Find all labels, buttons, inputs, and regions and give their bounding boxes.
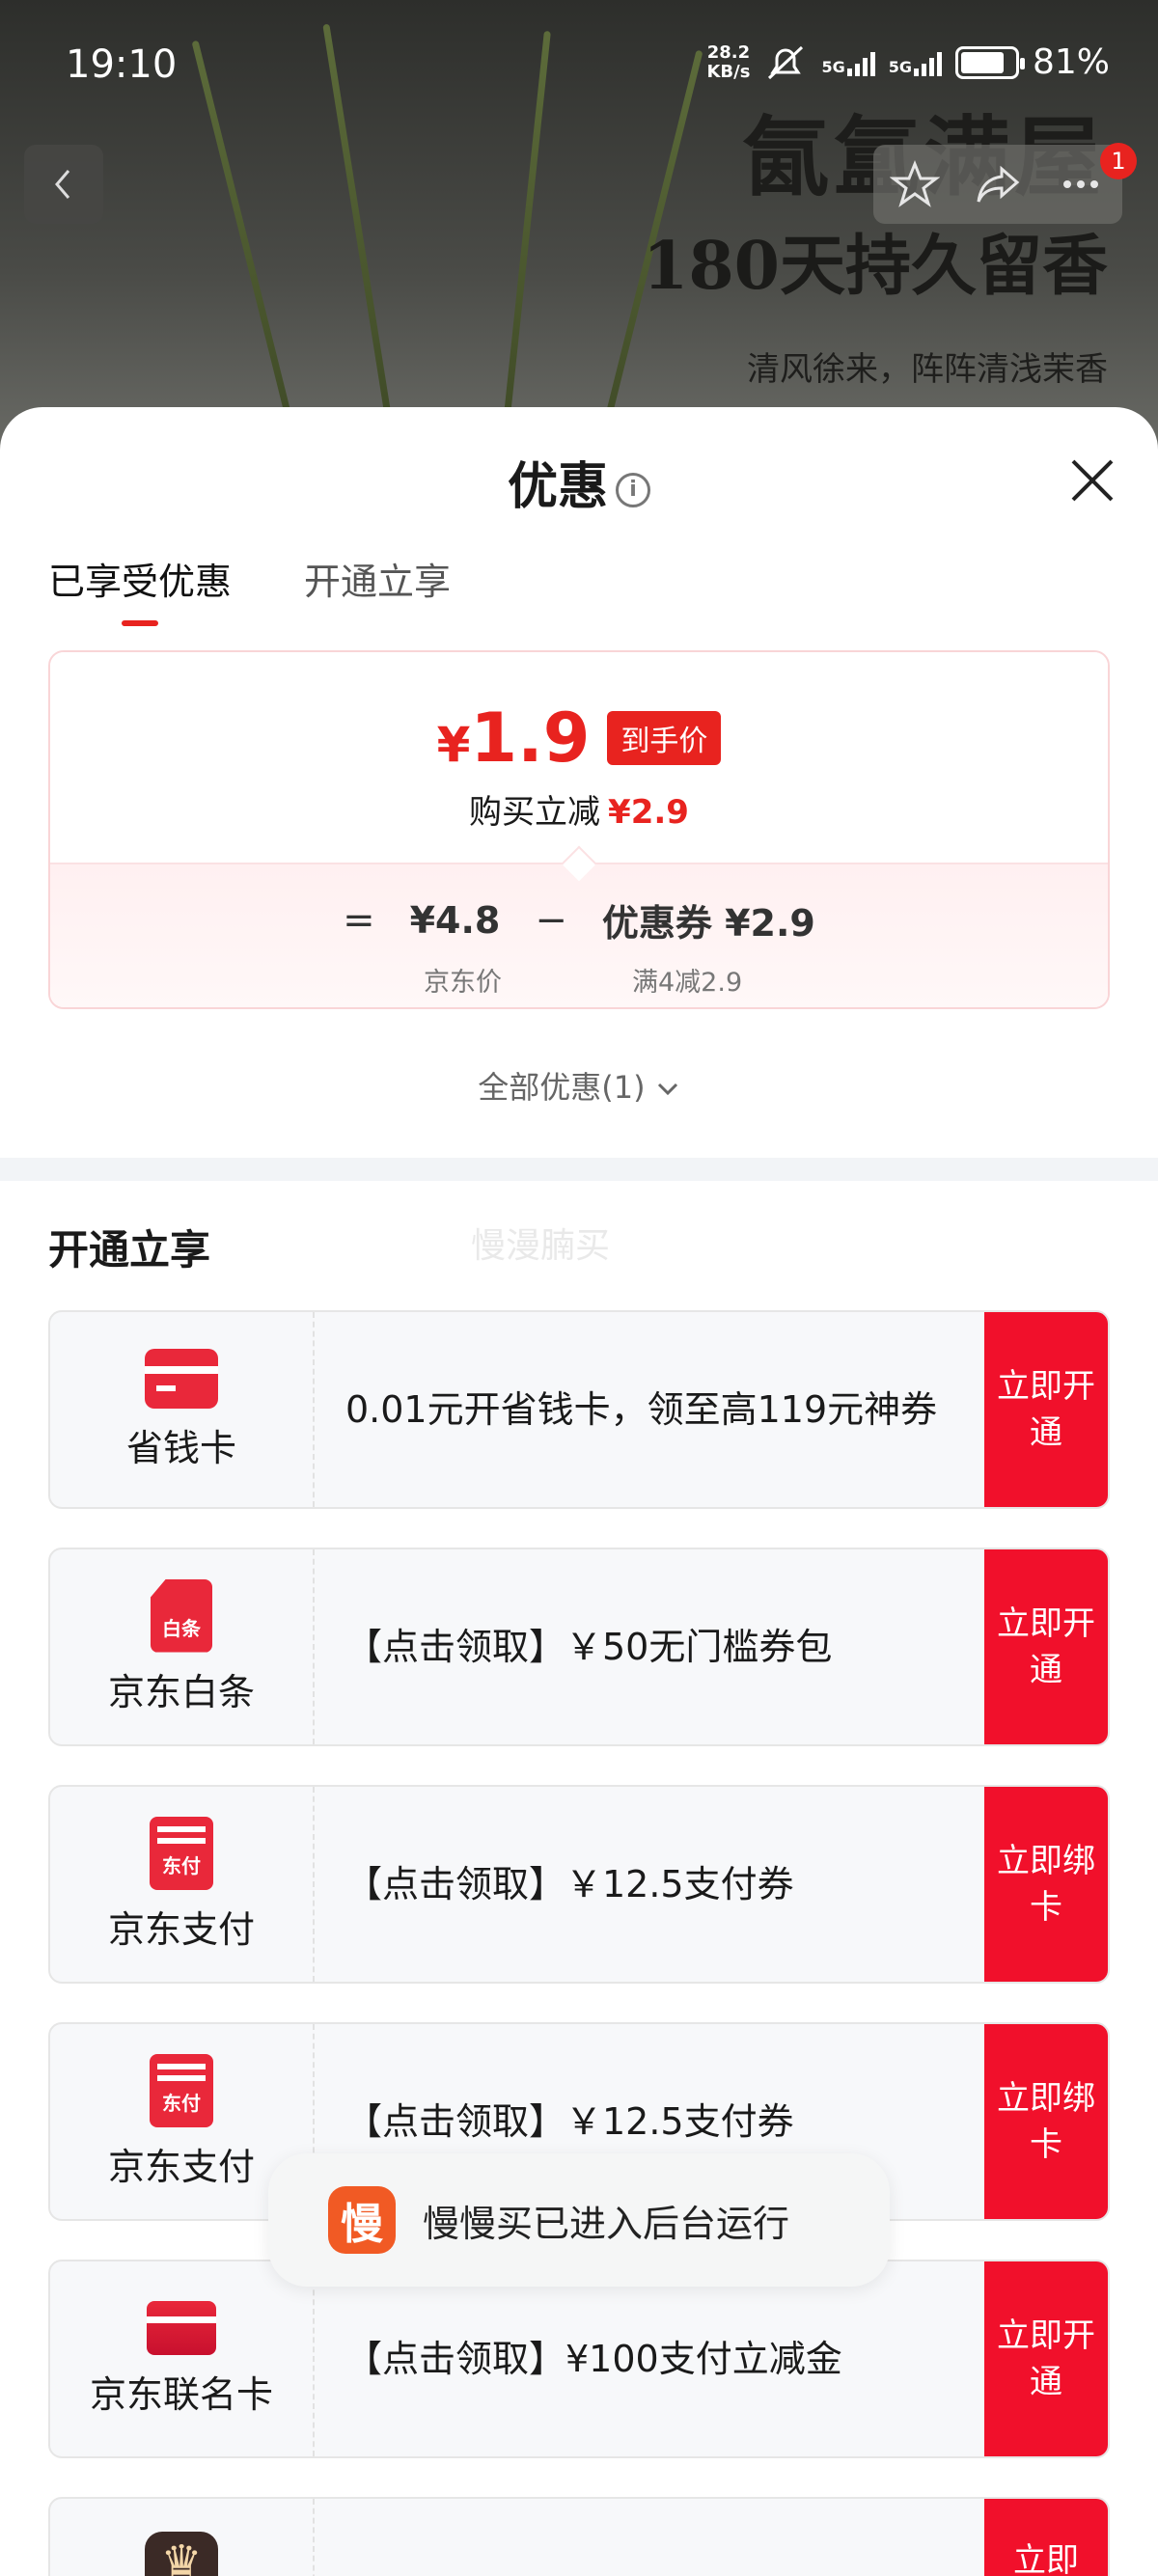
sheet-title: 优惠 i (0, 446, 1158, 518)
hero-subtitle: 180天持久留香 (643, 228, 1108, 305)
offer-name: 京东支付 (107, 2145, 255, 2188)
coupon-value: 优惠券 ¥2.9 (601, 902, 815, 945)
card-icon (145, 1348, 218, 1409)
section-divider (0, 1158, 1158, 1181)
reduce-value: ¥2.9 (608, 793, 689, 832)
coupon-rule: 满4减2.9 (632, 968, 743, 998)
offer-name: 省钱卡 (125, 1426, 236, 1469)
bind-card-button[interactable]: 立即绑卡 (984, 1787, 1108, 1982)
activate-button[interactable]: 立即 (984, 2499, 1108, 2576)
close-icon[interactable] (1065, 453, 1119, 507)
message-badge: 1 (1100, 143, 1137, 179)
all-offers-toggle[interactable]: 全部优惠(1) (0, 1063, 1158, 1108)
offer-desc: 【点击领取】￥12.5支付券 (345, 1863, 794, 1905)
final-price-tag: 到手价 (607, 711, 722, 765)
battery-icon (954, 45, 1025, 79)
status-time: 19:10 (66, 42, 178, 87)
offer-name: 京东白条 (107, 1670, 255, 1713)
activate-button[interactable]: 立即开通 (984, 1549, 1108, 1744)
jd-price: ¥4.8 (409, 898, 501, 942)
offer-item[interactable]: 京东联名卡 【点击领取】¥100支付立减金 立即开通 (48, 2260, 1110, 2458)
offer-item[interactable]: 省钱卡 0.01元开省钱卡，领至高119元神券 立即开通 (48, 1310, 1110, 1509)
offer-desc: 【点击领取】¥100支付立减金 (345, 2338, 842, 2380)
top-action-group (873, 145, 1122, 224)
plus-icon (145, 2532, 218, 2576)
offer-item[interactable]: 白条 京东白条 【点击领取】￥50无门槛券包 立即开通 (48, 1548, 1110, 1746)
offer-desc: 0.01元开省钱卡，领至高119元神券 (345, 1388, 938, 1431)
manmanmai-app-icon: 慢 (328, 2186, 396, 2254)
bind-card-button[interactable]: 立即绑卡 (984, 2024, 1108, 2219)
activate-button[interactable]: 立即开通 (984, 2261, 1108, 2456)
offer-item[interactable]: 立即 (48, 2497, 1110, 2576)
offer-desc (315, 2499, 984, 2576)
final-price-yen: ¥ (436, 717, 471, 773)
section-title: 开通立享 (48, 1226, 211, 1274)
star-icon[interactable] (890, 159, 940, 209)
offer-item[interactable]: 东付 京东支付 【点击领取】￥12.5支付券 立即绑卡 (48, 1785, 1110, 1984)
more-icon[interactable] (1056, 159, 1106, 209)
battery-percent: 81% (1032, 42, 1110, 82)
offer-desc: 【点击领取】￥50无门槛券包 (345, 1626, 833, 1668)
cobrand-card-icon (147, 2300, 216, 2355)
background-running-toast: 慢 慢慢买已进入后台运行 (268, 2153, 890, 2287)
status-bar: 19:10 28.2 KB/s 5G 5G 81% (0, 0, 1158, 125)
price-breakdown-card: ¥1.9 到手价 购买立减 ¥2.9 = ¥4.8 − 优惠券 ¥2.9 京东价 … (48, 650, 1110, 1009)
reduce-label: 购买立减 (469, 793, 601, 832)
activate-button[interactable]: 立即开通 (984, 1312, 1108, 1507)
back-button[interactable] (24, 145, 103, 224)
jdpay-icon: 东付 (150, 2053, 213, 2127)
chevron-down-icon (657, 1082, 677, 1096)
back-icon (55, 170, 70, 199)
mute-bell-icon (768, 45, 804, 79)
hero-tagline: 清风徐来，阵阵清浅茉香 (747, 350, 1108, 389)
toast-message: 慢慢买已进入后台运行 (423, 2202, 790, 2245)
signal-sim1-icon: 5G (821, 49, 875, 76)
sheet-tabs: 已享受优惠 开通立享 (48, 552, 451, 626)
watermark-text: 慢漫腩买 (471, 1226, 611, 1266)
jdpay-icon: 东付 (150, 1816, 213, 1890)
tab-enjoyed-offers[interactable]: 已享受优惠 (48, 552, 232, 626)
offer-name: 京东联名卡 (89, 2372, 273, 2416)
price-formula: = ¥4.8 − 优惠券 ¥2.9 (50, 893, 1108, 946)
status-icons: 28.2 KB/s 5G 5G 81% (706, 42, 1110, 82)
tab-activate-offers[interactable]: 开通立享 (304, 552, 451, 626)
share-icon[interactable] (973, 159, 1023, 209)
signal-sim2-icon: 5G (889, 49, 942, 76)
info-icon[interactable]: i (616, 473, 650, 507)
final-price: 1.9 (470, 699, 591, 778)
network-speed: 28.2 KB/s (706, 41, 751, 82)
baitiao-icon: 白条 (151, 1578, 212, 1653)
offer-name: 京东支付 (107, 1907, 255, 1951)
jd-price-label: 京东价 (424, 968, 502, 998)
